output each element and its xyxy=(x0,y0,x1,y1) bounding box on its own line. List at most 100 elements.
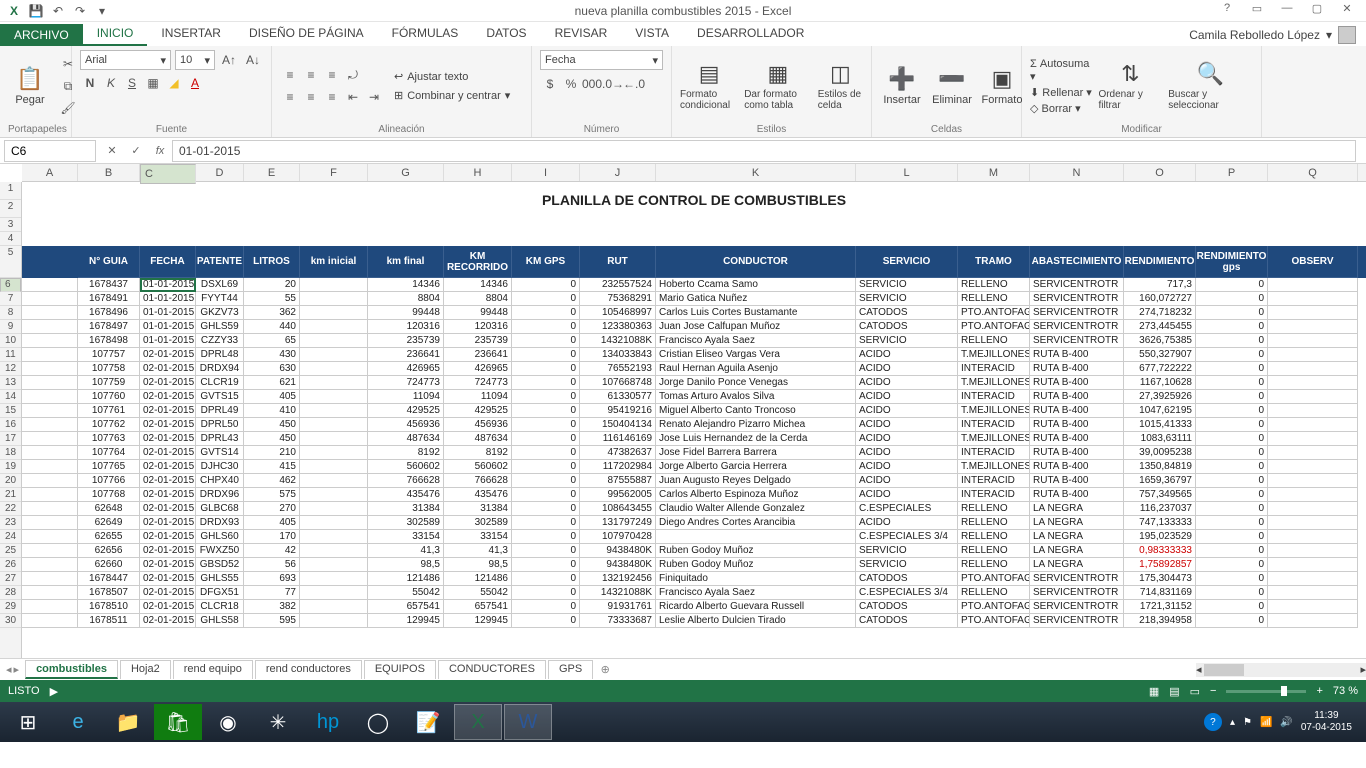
align-middle-icon[interactable]: ≡ xyxy=(301,65,321,85)
table-row[interactable]: 10775702-01-2015DPRL48430236641236641013… xyxy=(22,348,1366,362)
row-header[interactable]: 25 xyxy=(0,544,21,558)
decrease-decimal-icon[interactable]: ←.0 xyxy=(624,74,644,94)
sheet-tab[interactable]: rend equipo xyxy=(173,660,253,679)
cell-styles-button[interactable]: ◫Estilos de celda xyxy=(818,61,863,111)
row-header[interactable]: 11 xyxy=(0,348,21,362)
column-header[interactable]: K xyxy=(656,164,856,181)
name-box[interactable] xyxy=(4,140,96,162)
row-header[interactable]: 26 xyxy=(0,558,21,572)
app-icon[interactable]: ✳ xyxy=(254,704,302,740)
file-tab[interactable]: ARCHIVO xyxy=(0,24,83,46)
row-header[interactable]: 27 xyxy=(0,572,21,586)
increase-font-icon[interactable]: A↑ xyxy=(219,50,239,70)
spreadsheet-grid[interactable]: ABCDEFGHIJKLMNOPQ 1234567891011121314151… xyxy=(0,164,1366,658)
zoom-slider[interactable] xyxy=(1226,690,1306,693)
row-header[interactable]: 24 xyxy=(0,530,21,544)
merge-center-button[interactable]: ⊞Combinar y centrar▾ xyxy=(394,89,510,102)
row-header[interactable]: 13 xyxy=(0,376,21,390)
column-header[interactable]: O xyxy=(1124,164,1196,181)
camera-icon[interactable]: ◉ xyxy=(204,704,252,740)
fill-button[interactable]: ⬇ Rellenar ▾ xyxy=(1030,86,1092,99)
hp-icon[interactable]: hp xyxy=(304,704,352,740)
align-left-icon[interactable]: ≡ xyxy=(280,87,300,107)
conditional-format-button[interactable]: ▤Formato condicional xyxy=(680,61,738,111)
tray-help-icon[interactable]: ? xyxy=(1204,713,1222,731)
row-header[interactable]: 4 xyxy=(0,232,21,246)
save-icon[interactable]: 💾 xyxy=(26,2,46,20)
column-header[interactable]: B xyxy=(78,164,140,181)
row-header[interactable]: 7 xyxy=(0,292,21,306)
delete-cells-button[interactable]: ➖Eliminar xyxy=(930,66,974,106)
table-row[interactable]: 167849101-01-2015FYYT4455880488040753682… xyxy=(22,292,1366,306)
column-header[interactable]: I xyxy=(512,164,580,181)
chrome-icon[interactable]: ◯ xyxy=(354,704,402,740)
row-header[interactable]: 12 xyxy=(0,362,21,376)
table-row[interactable]: 167851102-01-2015GHLS5859512994512994507… xyxy=(22,614,1366,628)
table-row[interactable]: 10776102-01-2015DPRL49410429525429525095… xyxy=(22,404,1366,418)
row-header[interactable]: 16 xyxy=(0,418,21,432)
ribbon-tab[interactable]: DISEÑO DE PÁGINA xyxy=(235,22,378,46)
qat-custom-icon[interactable]: ▾ xyxy=(92,2,112,20)
number-format-select[interactable]: Fecha▾ xyxy=(540,50,663,70)
row-header[interactable]: 3 xyxy=(0,218,21,232)
view-layout-icon[interactable]: ▤ xyxy=(1169,685,1179,698)
row-header[interactable]: 20 xyxy=(0,474,21,488)
help-icon[interactable]: ? xyxy=(1214,2,1240,20)
wrap-text-button[interactable]: ↩Ajustar texto xyxy=(394,70,510,83)
column-header[interactable]: D xyxy=(196,164,244,181)
sheet-tab[interactable]: CONDUCTORES xyxy=(438,660,546,679)
tray-volume-icon[interactable]: 🔊 xyxy=(1280,717,1292,728)
bold-button[interactable]: N xyxy=(80,73,100,93)
sheet-tab[interactable]: EQUIPOS xyxy=(364,660,436,679)
sheet-tab[interactable]: combustibles xyxy=(25,660,118,679)
row-header[interactable]: 2 xyxy=(0,200,21,218)
table-row[interactable]: 167851002-01-2015CLCR1838265754165754109… xyxy=(22,600,1366,614)
table-row[interactable]: 6266002-01-2015GBSD525698,598,509438480K… xyxy=(22,558,1366,572)
table-row[interactable]: 6264802-01-2015GLBC682703138431384010864… xyxy=(22,502,1366,516)
font-size-select[interactable]: 10▾ xyxy=(175,50,215,70)
sheet-nav-last-icon[interactable]: ▸ xyxy=(14,663,20,676)
font-color-button[interactable]: A xyxy=(185,73,205,93)
table-row[interactable]: 167844702-01-2015GHLS5569312148612148601… xyxy=(22,572,1366,586)
border-button[interactable]: ▦ xyxy=(143,73,163,93)
ribbon-tab[interactable]: INSERTAR xyxy=(147,22,235,46)
column-header[interactable]: F xyxy=(300,164,368,181)
paste-button[interactable]: 📋Pegar xyxy=(8,66,52,106)
clear-button[interactable]: ◇ Borrar ▾ xyxy=(1030,102,1092,115)
sheet-tab[interactable]: GPS xyxy=(548,660,593,679)
store-icon[interactable]: 🛍 xyxy=(154,704,202,740)
format-cells-button[interactable]: ▣Formato xyxy=(980,66,1024,106)
column-header[interactable]: C xyxy=(140,164,196,184)
autosum-button[interactable]: Σ Autosuma ▾ xyxy=(1030,58,1092,83)
row-header[interactable]: 29 xyxy=(0,600,21,614)
italic-button[interactable]: K xyxy=(101,73,121,93)
column-header[interactable]: N xyxy=(1030,164,1124,181)
insert-cells-button[interactable]: ➕Insertar xyxy=(880,66,924,106)
table-row[interactable]: 6265502-01-2015GHLS601703315433154010797… xyxy=(22,530,1366,544)
formula-bar[interactable]: 01-01-2015 xyxy=(172,140,1356,162)
sheet-tab[interactable]: Hoja2 xyxy=(120,660,171,679)
ribbon-tab[interactable]: INICIO xyxy=(83,22,148,46)
align-center-icon[interactable]: ≡ xyxy=(301,87,321,107)
fx-icon[interactable]: fx xyxy=(148,145,172,157)
explorer-icon[interactable]: 📁 xyxy=(104,704,152,740)
underline-button[interactable]: S xyxy=(122,73,142,93)
column-header[interactable]: G xyxy=(368,164,444,181)
table-row[interactable]: 10775902-01-2015CLCR19621724773724773010… xyxy=(22,376,1366,390)
font-name-select[interactable]: Arial▾ xyxy=(80,50,171,70)
row-header[interactable]: 28 xyxy=(0,586,21,600)
row-header[interactable]: 10 xyxy=(0,334,21,348)
enter-formula-icon[interactable]: ✓ xyxy=(124,144,148,157)
zoom-level[interactable]: 73 % xyxy=(1333,685,1358,697)
sheet-tab[interactable]: rend conductores xyxy=(255,660,362,679)
row-header[interactable]: 15 xyxy=(0,404,21,418)
start-button[interactable]: ⊞ xyxy=(4,704,52,740)
ribbon-opts-icon[interactable]: ▭ xyxy=(1244,2,1270,20)
row-header[interactable]: 6 xyxy=(0,278,21,292)
increase-decimal-icon[interactable]: .0→ xyxy=(603,74,623,94)
table-row[interactable]: 10776202-01-2015DPRL50450456936456936015… xyxy=(22,418,1366,432)
row-header[interactable]: 1 xyxy=(0,182,21,200)
decrease-font-icon[interactable]: A↓ xyxy=(243,50,263,70)
column-header[interactable]: H xyxy=(444,164,512,181)
view-pagebreak-icon[interactable]: ▭ xyxy=(1190,685,1200,698)
